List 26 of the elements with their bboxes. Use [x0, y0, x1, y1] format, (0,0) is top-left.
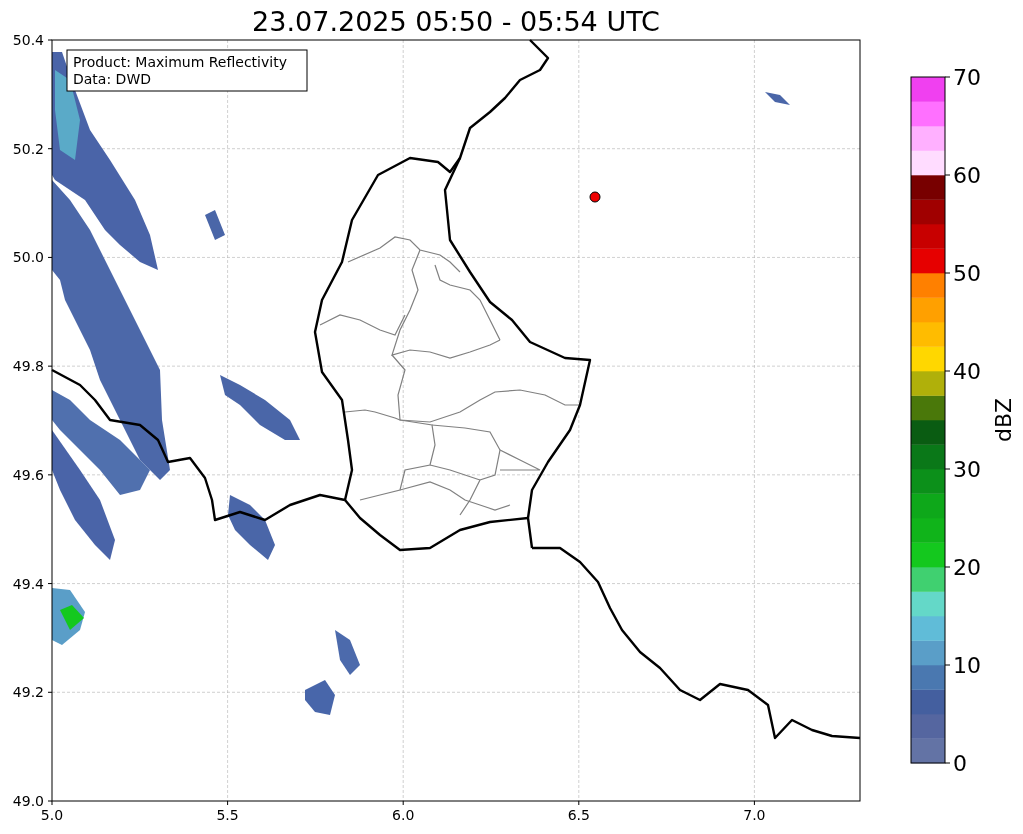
y-axis-tick-label: 49.4 [12, 575, 44, 592]
colorbar-tick-label: 0 [953, 751, 967, 776]
colorbar-tick-label: 70 [953, 65, 981, 90]
x-axis-tick-label: 5.5 [216, 807, 239, 823]
y-axis-tick-label: 49.6 [12, 466, 44, 483]
chart-title: 23.07.2025 05:50 - 05:54 UTC [252, 6, 660, 37]
y-axis-tick-label: 49.2 [12, 684, 44, 701]
legend-text: Product: Maximum Reflectivity [73, 54, 287, 70]
y-axis-tick-label: 50.0 [12, 249, 44, 266]
legend-text: Data: DWD [73, 71, 151, 87]
x-axis-tick-label: 6.5 [567, 807, 590, 823]
y-axis-tick-label: 50.2 [12, 140, 44, 157]
colorbar-tick-label: 30 [953, 457, 981, 482]
y-axis-tick-label: 50.4 [12, 32, 44, 48]
colorbar-tick-label: 20 [953, 555, 981, 580]
colorbar-tick-label: 40 [953, 359, 981, 384]
colorbar-tick-label: 10 [953, 653, 981, 678]
colorbar-label: dBZ [991, 397, 1016, 443]
y-axis-tick-label: 49.8 [12, 358, 44, 375]
location-marker [589, 191, 601, 203]
x-axis-tick-label: 5.0 [40, 807, 64, 823]
x-axis-tick-label: 7.0 [743, 807, 766, 823]
x-axis-tick-label: 6.0 [392, 807, 415, 823]
colorbar-tick-label: 60 [953, 163, 981, 188]
y-axis-tick-label: 49.0 [12, 793, 44, 809]
colorbar-tick-label: 50 [953, 261, 981, 286]
